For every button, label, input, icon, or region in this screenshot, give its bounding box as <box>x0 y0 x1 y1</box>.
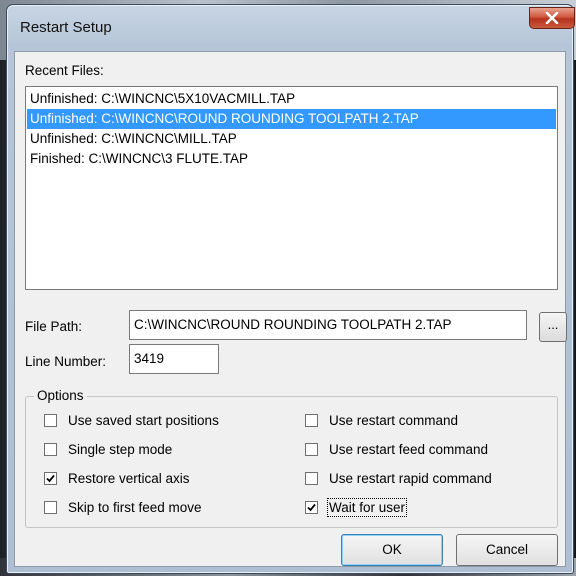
close-button[interactable] <box>529 7 575 29</box>
option-single-step-mode[interactable]: Single step mode <box>44 442 172 457</box>
recent-files-label: Recent Files: <box>25 63 104 78</box>
window-title: Restart Setup <box>20 19 112 36</box>
option-use-restart-rapid-command[interactable]: Use restart rapid command <box>305 471 492 486</box>
option-label: Use saved start positions <box>68 413 219 428</box>
browse-button[interactable]: ... <box>539 312 567 342</box>
option-label: Skip to first feed move <box>68 500 202 515</box>
option-wait-for-user[interactable]: Wait for user <box>305 498 408 517</box>
checkbox-unchecked[interactable] <box>44 414 57 427</box>
option-skip-to-first-feed-move[interactable]: Skip to first feed move <box>44 500 202 515</box>
checkbox-unchecked[interactable] <box>305 443 318 456</box>
option-use-restart-feed-command[interactable]: Use restart feed command <box>305 442 488 457</box>
option-label: Use restart command <box>329 413 459 428</box>
checkmark-icon <box>46 474 55 483</box>
close-icon <box>545 12 559 24</box>
list-item[interactable]: Unfinished: C:\WINCNC\5X10VACMILL.TAP <box>27 89 556 109</box>
checkbox-unchecked[interactable] <box>305 472 318 485</box>
checkbox-unchecked[interactable] <box>305 414 318 427</box>
options-title: Options <box>34 388 87 403</box>
checkbox-unchecked[interactable] <box>44 443 57 456</box>
list-item-selected[interactable]: Unfinished: C:\WINCNC\ROUND ROUNDING TOO… <box>27 109 556 129</box>
option-label: Restore vertical axis <box>68 471 190 486</box>
recent-files-list[interactable]: Unfinished: C:\WINCNC\5X10VACMILL.TAP Un… <box>25 86 558 290</box>
checkbox-unchecked[interactable] <box>44 501 57 514</box>
checkbox-checked[interactable] <box>44 472 57 485</box>
option-use-restart-command[interactable]: Use restart command <box>305 413 458 428</box>
ok-button[interactable]: OK <box>341 534 443 566</box>
option-restore-vertical-axis[interactable]: Restore vertical axis <box>44 471 190 486</box>
option-label: Wait for user <box>326 498 408 517</box>
option-label: Single step mode <box>68 442 173 457</box>
options-group: Options Use saved start positions Single… <box>25 388 558 528</box>
option-label: Use restart rapid command <box>329 471 492 486</box>
title-bar[interactable]: Restart Setup <box>7 5 575 51</box>
file-path-label: File Path: <box>25 319 83 334</box>
restart-setup-dialog: Restart Setup Recent Files: Unfinished: … <box>6 4 575 574</box>
line-number-input[interactable]: 3419 <box>129 344 219 374</box>
line-number-label: Line Number: <box>25 354 107 369</box>
cancel-button[interactable]: Cancel <box>456 534 558 566</box>
option-label: Use restart feed command <box>329 442 489 457</box>
list-item[interactable]: Unfinished: C:\WINCNC\MILL.TAP <box>27 129 556 149</box>
list-item[interactable]: Finished: C:\WINCNC\3 FLUTE.TAP <box>27 149 556 169</box>
dialog-client-area: Recent Files: Unfinished: C:\WINCNC\5X10… <box>14 51 567 567</box>
checkmark-icon <box>307 503 316 512</box>
option-use-saved-start-positions[interactable]: Use saved start positions <box>44 413 219 428</box>
file-path-input[interactable]: C:\WINCNC\ROUND ROUNDING TOOLPATH 2.TAP <box>129 310 527 340</box>
checkbox-checked[interactable] <box>305 501 318 514</box>
